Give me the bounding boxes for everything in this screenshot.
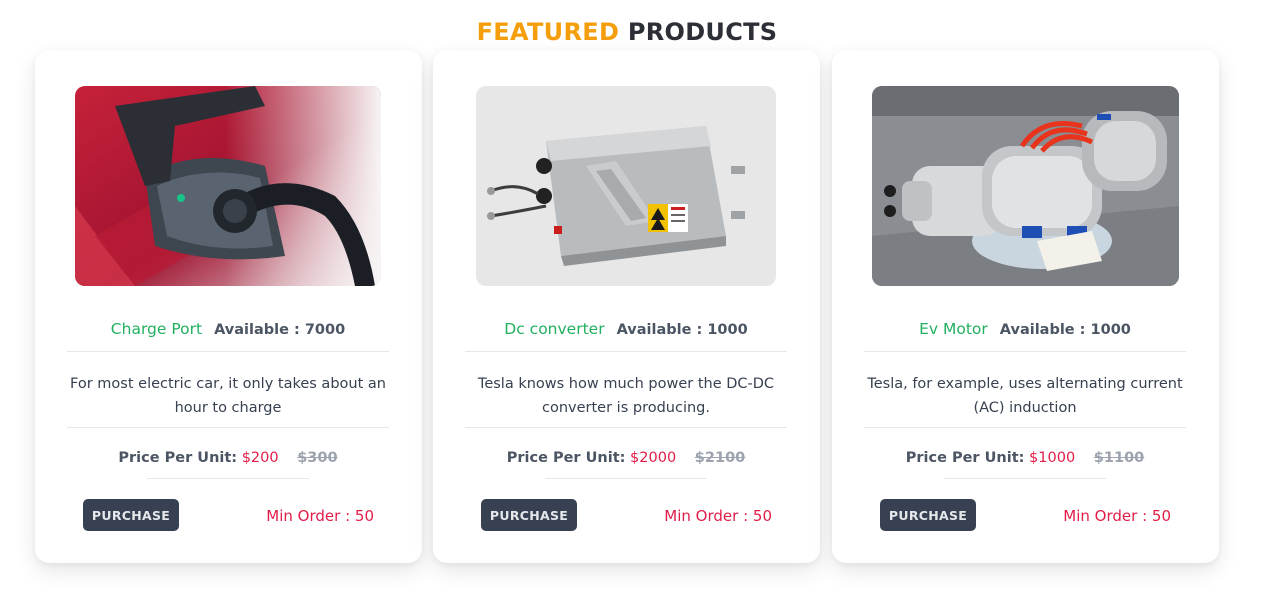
current-price: $200: [241, 450, 279, 466]
purchase-button[interactable]: PURCHASE: [481, 499, 577, 531]
product-name-row: Dc converter Available : 1000: [465, 320, 787, 339]
section-title: FEATURED PRODUCTS: [0, 18, 1254, 46]
price-label: Price Per Unit:: [905, 450, 1025, 466]
product-image-dc-converter[interactable]: [476, 86, 776, 286]
price-row: Price Per Unit: $200 $300: [67, 450, 389, 466]
old-price: $1100: [1093, 450, 1145, 466]
availability-text: Available : 1000: [616, 322, 748, 338]
divider: [67, 427, 389, 428]
product-card-dc-converter: Dc converter Available : 1000 Tesla knows…: [433, 50, 820, 563]
price-label: Price Per Unit:: [506, 450, 626, 466]
product-description: Tesla, for example, uses alternating cur…: [867, 376, 1183, 416]
old-price: $300: [297, 450, 338, 466]
product-card-charge-port: Charge Port Available : 7000 For most ele…: [35, 50, 422, 563]
min-order-text: Min Order : 50: [1063, 507, 1171, 525]
divider: [67, 351, 389, 352]
featured-products-page: FEATURED PRODUCTS Charge Port Available …: [0, 0, 1282, 592]
availability-text: Available : 7000: [214, 322, 346, 338]
old-price: $2100: [694, 450, 746, 466]
min-order-text: Min Order : 50: [266, 507, 374, 525]
product-description: Tesla knows how much power the DC-DC con…: [477, 376, 775, 416]
divider: [864, 351, 1186, 352]
product-card-ev-motor: Ev Motor Available : 1000 Tesla, for exam…: [832, 50, 1219, 563]
product-name[interactable]: Dc converter: [504, 320, 604, 338]
divider: [465, 351, 787, 352]
purchase-button[interactable]: PURCHASE: [83, 499, 179, 531]
product-image-ev-motor[interactable]: [872, 86, 1179, 286]
price-row: Price Per Unit: $2000 $2100: [465, 450, 787, 466]
min-order-text: Min Order : 50: [664, 507, 772, 525]
purchase-button[interactable]: PURCHASE: [880, 499, 976, 531]
divider: [864, 427, 1186, 428]
current-price: $1000: [1029, 450, 1076, 466]
product-name[interactable]: Ev Motor: [919, 320, 988, 338]
product-description: For most electric car, it only takes abo…: [70, 376, 386, 416]
product-name-row: Ev Motor Available : 1000: [864, 320, 1186, 339]
product-name[interactable]: Charge Port: [111, 320, 202, 338]
divider: [944, 478, 1106, 479]
price-row: Price Per Unit: $1000 $1100: [864, 450, 1186, 466]
product-name-row: Charge Port Available : 7000: [67, 320, 389, 339]
divider: [465, 427, 787, 428]
section-title-accent: FEATURED: [476, 18, 620, 46]
price-label: Price Per Unit:: [118, 450, 238, 466]
current-price: $2000: [630, 450, 677, 466]
section-title-rest: PRODUCTS: [627, 18, 778, 46]
divider: [545, 478, 707, 479]
product-image-charge-port[interactable]: [75, 86, 381, 286]
divider: [147, 478, 309, 479]
availability-text: Available : 1000: [999, 322, 1131, 338]
